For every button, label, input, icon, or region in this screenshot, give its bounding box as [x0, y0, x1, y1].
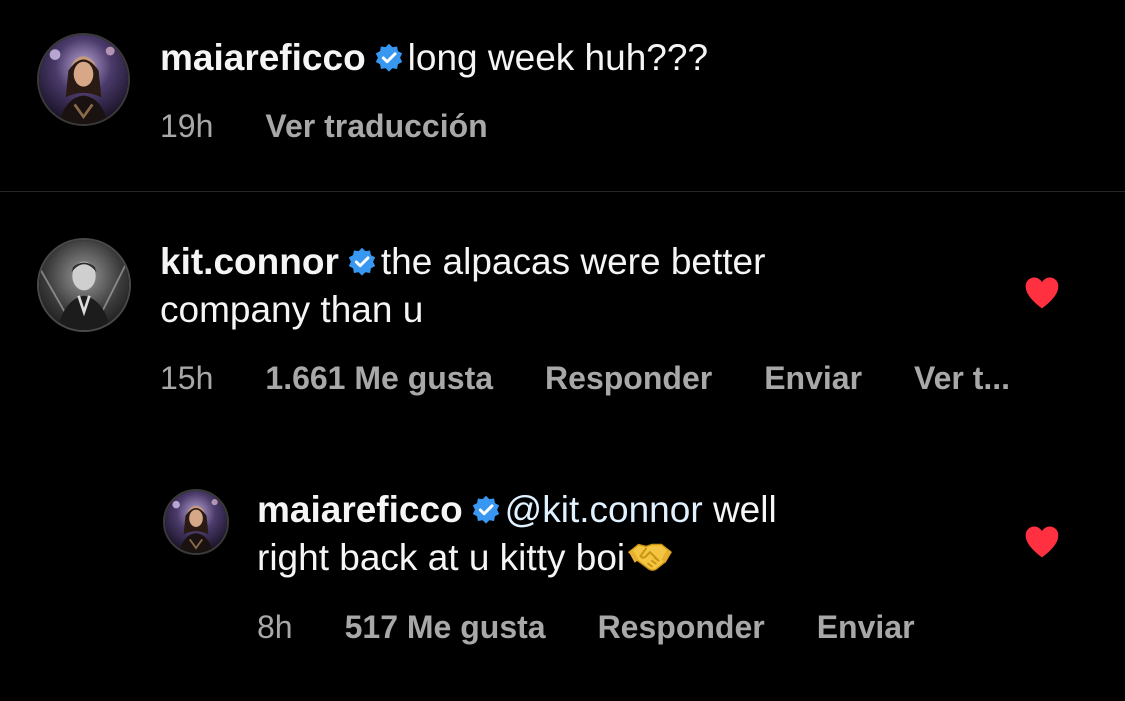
reply-text-continued: right back at u kitty boi — [257, 537, 626, 578]
send-button[interactable]: Enviar — [817, 609, 915, 645]
reply-time: 8h — [257, 609, 293, 645]
divider — [0, 191, 1125, 192]
mention-link[interactable]: @kit.connor — [505, 489, 703, 530]
caption-meta: 19h Ver traducción — [160, 106, 488, 146]
avatar[interactable] — [163, 489, 229, 555]
comment-username[interactable]: kit.connor — [160, 241, 339, 282]
heart-icon[interactable] — [1023, 276, 1061, 310]
caption-time: 19h — [160, 108, 214, 144]
comment-text-line-1: kit.connor the alpacas were better — [160, 238, 765, 286]
reply-text: well — [712, 489, 777, 530]
reply-text-line-2: right back at u kitty boi — [257, 534, 673, 582]
avatar[interactable] — [37, 33, 130, 126]
handshake-emoji — [627, 536, 673, 576]
verified-badge-icon — [471, 495, 501, 525]
translate-button[interactable]: Ver traducción — [265, 108, 487, 144]
reply-text-line-1: maiareficco @kit.connor well — [257, 486, 777, 534]
verified-badge-icon — [347, 247, 377, 277]
translate-button[interactable]: Ver t... — [914, 360, 1010, 396]
comment-meta: 15h 1.661 Me gusta Responder Enviar Ver t... — [160, 358, 1010, 398]
likes-count[interactable]: 1.661 Me gusta — [265, 360, 493, 396]
reply-meta: 8h 517 Me gusta Responder Enviar — [257, 607, 915, 647]
comment-time: 15h — [160, 360, 214, 396]
avatar-image — [39, 35, 128, 124]
avatar-image — [39, 240, 129, 330]
caption-username[interactable]: maiareficco — [160, 37, 366, 78]
reply-username[interactable]: maiareficco — [257, 489, 463, 530]
send-button[interactable]: Enviar — [764, 360, 862, 396]
comment-text-line-2: company than u — [160, 289, 424, 330]
avatar[interactable] — [37, 238, 131, 332]
avatar-image — [165, 491, 227, 553]
caption-text-line: maiareficco long week huh??? — [160, 34, 708, 82]
reply-button[interactable]: Responder — [545, 360, 712, 396]
verified-badge-icon — [374, 43, 404, 73]
comment-text: the alpacas were better — [380, 241, 766, 282]
heart-icon[interactable] — [1023, 525, 1061, 559]
caption-text: long week huh??? — [407, 37, 709, 78]
reply-button[interactable]: Responder — [598, 609, 765, 645]
likes-count[interactable]: 517 Me gusta — [345, 609, 546, 645]
